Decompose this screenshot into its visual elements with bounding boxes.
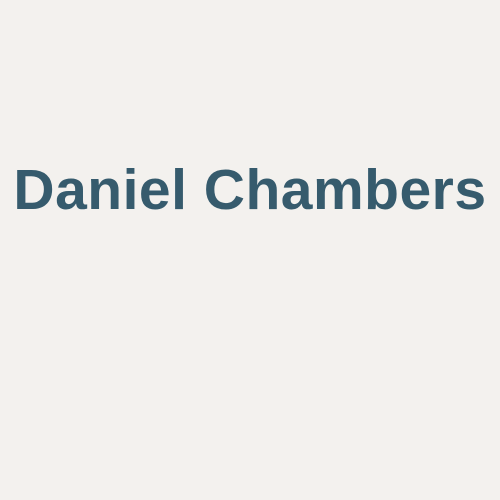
name-title: Daniel Chambers — [13, 158, 487, 222]
page-background: Daniel Chambers — [0, 0, 500, 500]
